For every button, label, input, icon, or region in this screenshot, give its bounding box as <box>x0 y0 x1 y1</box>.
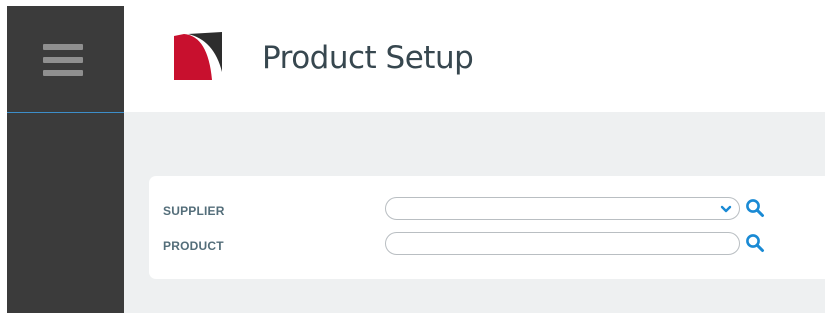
page-header: Product Setup <box>124 6 825 112</box>
sidebar-separator <box>7 112 124 113</box>
supplier-select[interactable] <box>385 197 740 220</box>
chevron-down-icon[interactable] <box>719 202 733 216</box>
hamburger-menu-icon[interactable] <box>43 44 83 76</box>
supplier-label: SUPPLIER <box>163 204 225 218</box>
sidebar-menu-zone <box>7 6 124 112</box>
product-input[interactable] <box>385 232 740 255</box>
product-search-icon[interactable] <box>745 233 765 253</box>
sidebar <box>7 6 124 313</box>
filter-card: SUPPLIER PRODUCT <box>149 176 825 279</box>
hamburger-bar <box>43 70 83 76</box>
main-content: SUPPLIER PRODUCT <box>124 112 825 313</box>
page-title: Product Setup <box>262 40 474 76</box>
hamburger-bar <box>43 57 83 63</box>
hamburger-bar <box>43 44 83 50</box>
product-label: PRODUCT <box>163 239 224 253</box>
company-logo <box>174 32 222 80</box>
app-frame: Product Setup SUPPLIER PRODUCT <box>0 0 825 313</box>
supplier-search-icon[interactable] <box>745 198 765 218</box>
